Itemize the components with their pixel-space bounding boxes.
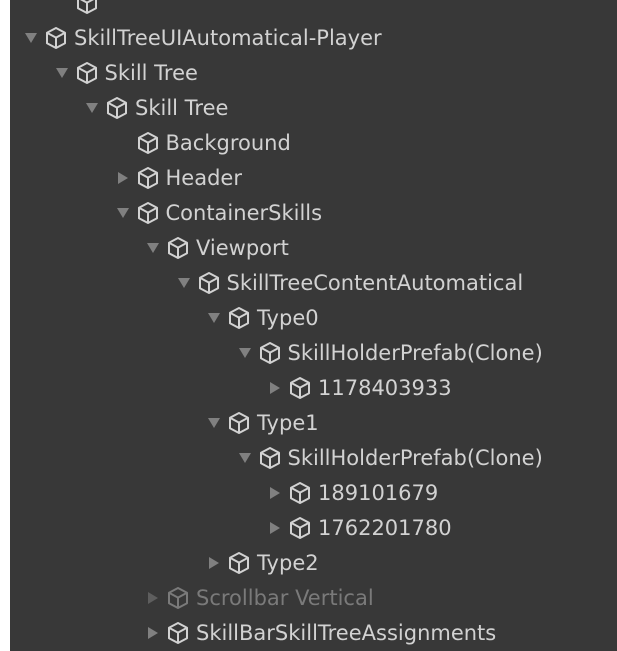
hierarchy-row-label: Header <box>165 166 242 190</box>
gameobject-cube-icon <box>164 580 192 616</box>
gameobject-cube-icon <box>134 160 162 196</box>
gameobject-cube-icon <box>286 370 314 406</box>
hierarchy-row[interactable] <box>10 0 617 21</box>
hierarchy-row-label: Viewport <box>196 236 289 260</box>
foldout-expanded-icon[interactable] <box>203 405 225 441</box>
hierarchy-row-label: Type0 <box>257 306 319 330</box>
hierarchy-row-label: ContainerSkills <box>165 201 323 225</box>
foldout-collapsed-icon[interactable] <box>142 580 164 616</box>
hierarchy-row[interactable]: Background <box>10 125 617 161</box>
hierarchy-row-label: Type2 <box>257 551 319 575</box>
hierarchy-row[interactable]: Scrollbar Vertical <box>10 580 617 616</box>
hierarchy-row[interactable]: Header <box>10 160 617 196</box>
gameobject-cube-icon <box>286 510 314 546</box>
foldout-collapsed-icon[interactable] <box>264 510 286 546</box>
foldout-collapsed-icon[interactable] <box>264 475 286 511</box>
hierarchy-row-label: Scrollbar Vertical <box>196 586 374 610</box>
gameobject-cube-icon <box>225 545 253 581</box>
foldout-expanded-icon[interactable] <box>142 230 164 266</box>
gameobject-cube-icon <box>73 55 101 91</box>
gameobject-cube-icon <box>225 300 253 336</box>
gameobject-cube-icon <box>256 335 284 371</box>
hierarchy-row[interactable]: 1762201780 <box>10 510 617 546</box>
foldout-expanded-icon[interactable] <box>51 55 73 91</box>
hierarchy-row-label: SkillHolderPrefab(Clone) <box>287 446 543 470</box>
gameobject-cube-icon <box>103 90 131 126</box>
gameobject-cube-icon <box>164 230 192 266</box>
hierarchy-row-label: SkillTreeContentAutomatical <box>226 271 524 295</box>
hierarchy-row[interactable]: Type2 <box>10 545 617 581</box>
gameobject-cube-icon <box>195 265 223 301</box>
hierarchy-row[interactable]: Type0 <box>10 300 617 336</box>
hierarchy-row[interactable]: Viewport <box>10 230 617 266</box>
gameobject-cube-icon <box>225 405 253 441</box>
foldout-collapsed-icon[interactable] <box>112 160 134 196</box>
foldout-collapsed-icon[interactable] <box>264 370 286 406</box>
hierarchy-row[interactable]: 1178403933 <box>10 370 617 406</box>
hierarchy-row-label: SkillHolderPrefab(Clone) <box>287 341 543 365</box>
foldout-expanded-icon[interactable] <box>81 90 103 126</box>
hierarchy-row[interactable]: Skill Tree <box>10 90 617 126</box>
hierarchy-row-label: Skill Tree <box>135 96 229 120</box>
hierarchy-row-label: SkillBarSkillTreeAssignments <box>196 621 497 645</box>
gameobject-cube-icon <box>134 125 162 161</box>
hierarchy-row[interactable]: 189101679 <box>10 475 617 511</box>
gameobject-cube-icon <box>286 475 314 511</box>
hierarchy-row-label: Skill Tree <box>104 61 198 85</box>
hierarchy-row[interactable]: Type1 <box>10 405 617 441</box>
gameobject-cube-icon <box>73 0 101 21</box>
hierarchy-row[interactable]: SkillBarSkillTreeAssignments <box>10 615 617 651</box>
hierarchy-row[interactable]: SkillHolderPrefab(Clone) <box>10 335 617 371</box>
hierarchy-row[interactable]: ContainerSkills <box>10 195 617 231</box>
foldout-expanded-icon[interactable] <box>20 20 42 56</box>
foldout-collapsed-icon[interactable] <box>203 545 225 581</box>
foldout-expanded-icon[interactable] <box>173 265 195 301</box>
gameobject-cube-icon <box>42 20 70 56</box>
hierarchy-row[interactable]: SkillHolderPrefab(Clone) <box>10 440 617 476</box>
foldout-expanded-icon[interactable] <box>203 300 225 336</box>
hierarchy-row-label: 189101679 <box>318 481 439 505</box>
hierarchy-row-label: Background <box>165 131 291 155</box>
hierarchy-row-label: 1178403933 <box>318 376 452 400</box>
hierarchy-row-label: 1762201780 <box>318 516 452 540</box>
hierarchy-row[interactable]: SkillTreeUIAutomatical-Player <box>10 20 617 56</box>
hierarchy-row[interactable]: SkillTreeContentAutomatical <box>10 265 617 301</box>
gameobject-cube-icon <box>164 615 192 651</box>
foldout-expanded-icon[interactable] <box>234 440 256 476</box>
hierarchy-row-label: SkillTreeUIAutomatical-Player <box>74 26 382 50</box>
foldout-spacer <box>112 125 134 161</box>
foldout-collapsed-icon[interactable] <box>142 615 164 651</box>
foldout-expanded-icon[interactable] <box>234 335 256 371</box>
gameobject-cube-icon <box>134 195 162 231</box>
gameobject-cube-icon <box>256 440 284 476</box>
foldout-spacer <box>51 0 73 21</box>
foldout-expanded-icon[interactable] <box>112 195 134 231</box>
hierarchy-panel: SkillTreeUIAutomatical-Player Skill Tree S… <box>10 0 617 651</box>
hierarchy-row-label: Type1 <box>257 411 319 435</box>
hierarchy-row[interactable]: Skill Tree <box>10 55 617 91</box>
